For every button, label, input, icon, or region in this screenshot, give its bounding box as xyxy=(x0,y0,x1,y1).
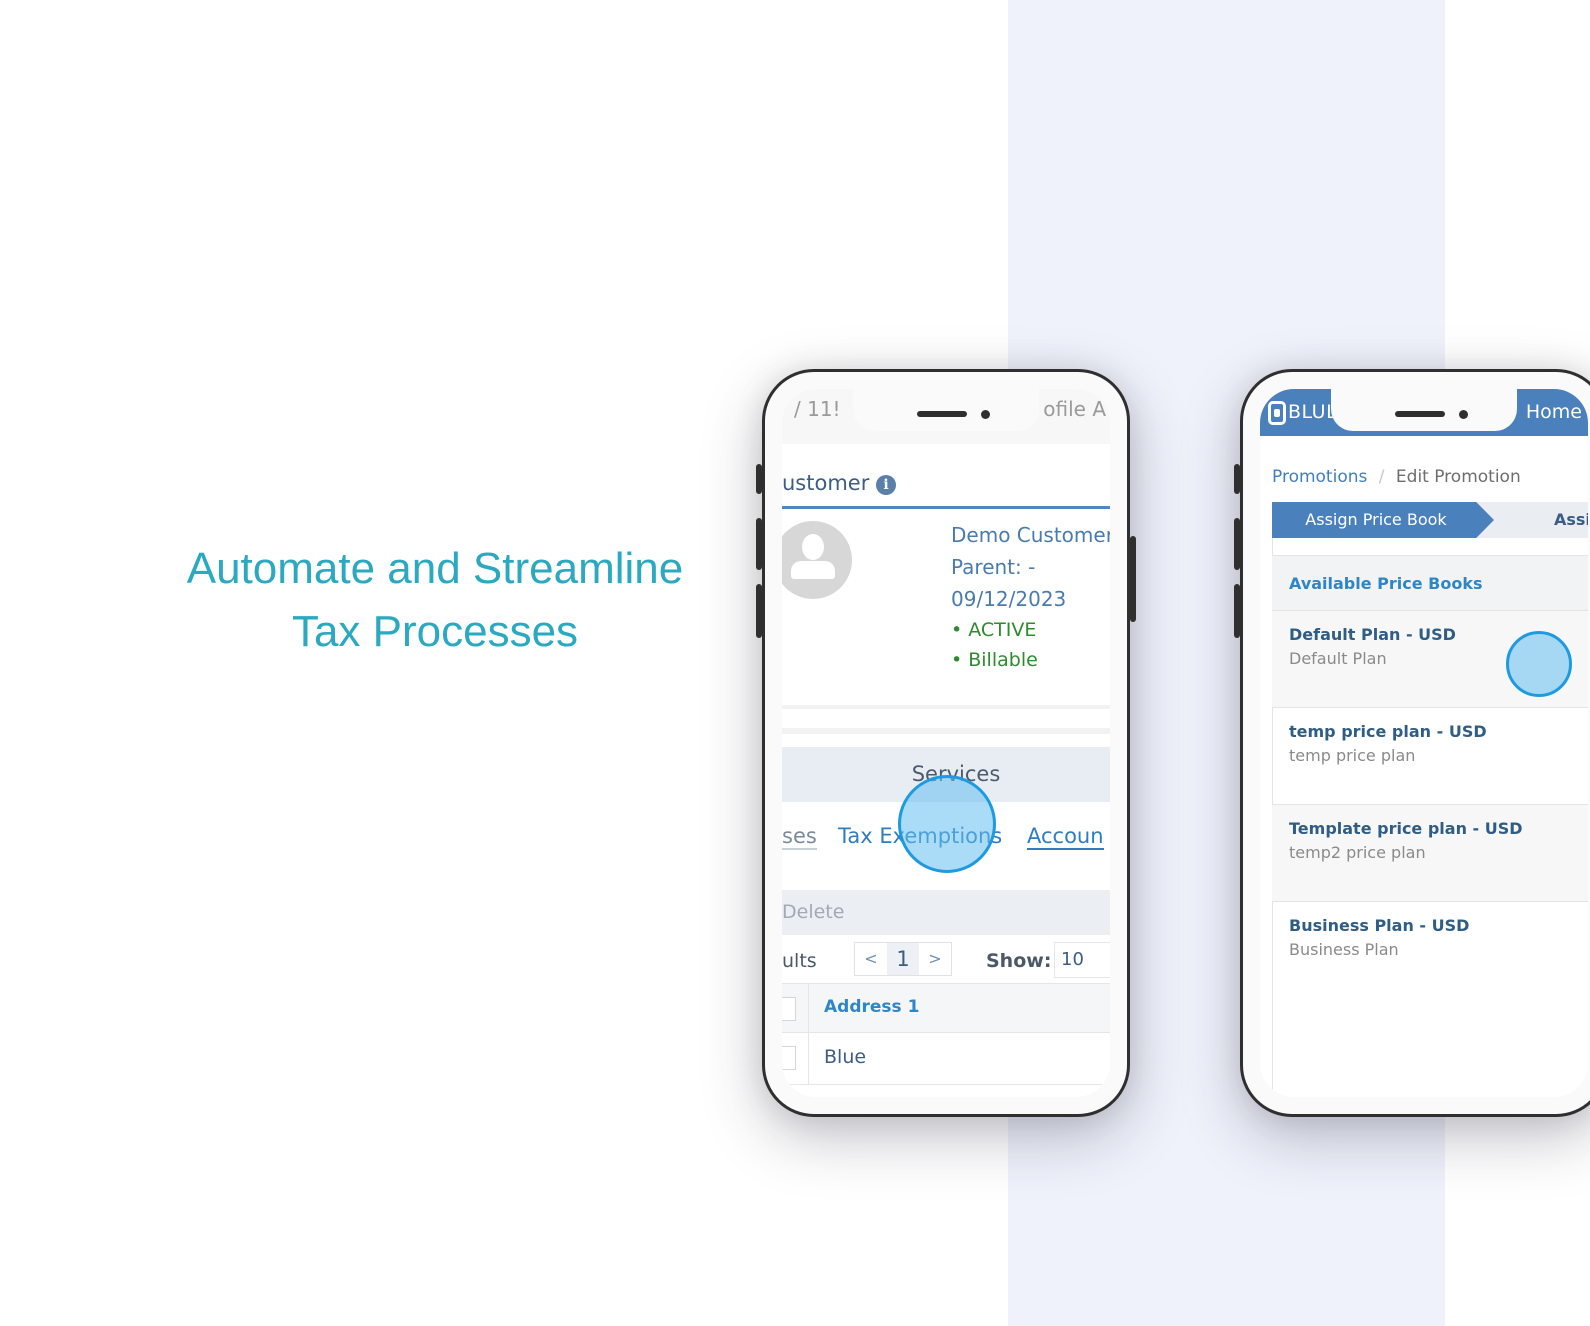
avatar-body-icon xyxy=(791,561,835,579)
phone-volume-up xyxy=(1234,518,1240,570)
page-title: ustomer i xyxy=(782,471,897,495)
avatar xyxy=(782,521,852,599)
phone-notch xyxy=(853,389,1039,431)
prev-page-button[interactable]: < xyxy=(855,943,887,975)
price-book-description: temp price plan xyxy=(1289,746,1416,765)
wizard-step-assign-price-book[interactable]: Assign Price Book xyxy=(1272,502,1494,538)
headline-line-2: Tax Processes xyxy=(291,607,579,656)
home-link[interactable]: Home xyxy=(1526,401,1582,423)
price-book-description: temp2 price plan xyxy=(1289,843,1426,862)
phone-mockup-customer: / 11! ofile A ustomer i Demo Customer Pa… xyxy=(756,369,1136,1117)
customer-parent: Parent: - xyxy=(951,555,1036,579)
speaker-icon xyxy=(1395,411,1445,417)
list-item-price-book[interactable]: Template price plan - USD temp2 price pl… xyxy=(1272,805,1588,902)
headline: Automate and Streamline Tax Processes xyxy=(150,537,720,663)
price-book-description: Business Plan xyxy=(1289,940,1399,959)
avatar-head-icon xyxy=(802,534,824,560)
camera-icon xyxy=(1459,410,1468,419)
phone-volume-up xyxy=(756,518,762,570)
phone-screen: / 11! ofile A ustomer i Demo Customer Pa… xyxy=(782,389,1110,1097)
price-books-header: Available Price Books xyxy=(1272,555,1588,611)
phone-mockup-promotion: BLULOGIX Home Promotions / Edit Promotio… xyxy=(1234,369,1590,1117)
camera-icon xyxy=(981,410,990,419)
table-row[interactable]: Blue xyxy=(782,1033,1110,1085)
price-book-name: temp price plan - USD xyxy=(1289,722,1487,741)
column-divider xyxy=(808,984,809,1032)
tab-previous[interactable]: ses xyxy=(782,824,817,850)
breadcrumb-fragment-left[interactable]: / 11! xyxy=(794,397,841,421)
customer-name: Demo Customer xyxy=(951,523,1110,547)
column-divider xyxy=(808,1033,809,1084)
breadcrumb-fragment-right[interactable]: ofile A xyxy=(1043,397,1106,421)
results-toolbar: ults < 1 > Show: 10 xyxy=(782,942,1110,982)
phone-screen: BLULOGIX Home Promotions / Edit Promotio… xyxy=(1260,389,1588,1097)
price-book-name: Template price plan - USD xyxy=(1289,819,1523,838)
headline-line-1: Automate and Streamline xyxy=(186,544,684,593)
row-checkbox[interactable] xyxy=(782,1046,796,1070)
wizard-steps: Assign Price Book Assi xyxy=(1272,502,1588,538)
results-label: ults xyxy=(782,950,817,972)
table-header: Address 1 xyxy=(782,983,1110,1033)
phone-mute-switch xyxy=(1234,464,1240,494)
select-all-checkbox[interactable] xyxy=(782,997,796,1021)
delete-button[interactable]: Delete xyxy=(782,890,1110,935)
phone-power-button xyxy=(1130,536,1136,622)
list-item-price-book[interactable]: temp price plan - USD temp price plan xyxy=(1272,708,1588,805)
page-size-select[interactable]: 10 xyxy=(1054,942,1110,978)
customer-date: 09/12/2023 xyxy=(951,587,1067,611)
list-item-price-book[interactable]: Business Plan - USD Business Plan xyxy=(1272,902,1588,999)
page-title-text: ustomer xyxy=(782,471,870,495)
status-badge-billable: • Billable xyxy=(951,649,1038,671)
phone-mute-switch xyxy=(756,464,762,494)
blulogix-logo-icon[interactable] xyxy=(1268,401,1286,425)
section-divider xyxy=(782,705,1110,709)
show-label: Show: xyxy=(986,950,1052,972)
current-page[interactable]: 1 xyxy=(887,943,919,975)
phone-volume-down xyxy=(756,584,762,638)
status-badge-active: • ACTIVE xyxy=(951,619,1037,641)
title-divider xyxy=(782,506,1110,509)
info-icon[interactable]: i xyxy=(876,475,897,495)
cell-address1: Blue xyxy=(824,1046,867,1068)
breadcrumb-separator: / xyxy=(1378,467,1385,487)
price-book-name: Business Plan - USD xyxy=(1289,916,1470,935)
phone-volume-down xyxy=(1234,584,1240,638)
section-divider xyxy=(782,728,1110,734)
wizard-step-next[interactable]: Assi xyxy=(1554,502,1588,538)
pagination: < 1 > xyxy=(854,942,952,976)
breadcrumb-promotions[interactable]: Promotions xyxy=(1272,467,1367,487)
speaker-icon xyxy=(917,411,967,417)
breadcrumb: Promotions / Edit Promotion xyxy=(1272,467,1521,487)
next-page-button[interactable]: > xyxy=(919,943,951,975)
tap-indicator xyxy=(898,775,996,873)
breadcrumb-current: Edit Promotion xyxy=(1395,467,1521,487)
column-header-address1[interactable]: Address 1 xyxy=(824,997,919,1017)
customer-info: Demo Customer Parent: - 09/12/2023 • ACT… xyxy=(951,519,1110,675)
tab-accounts[interactable]: Accoun xyxy=(1027,824,1104,850)
tap-indicator xyxy=(1506,631,1572,697)
phone-notch xyxy=(1331,389,1517,431)
